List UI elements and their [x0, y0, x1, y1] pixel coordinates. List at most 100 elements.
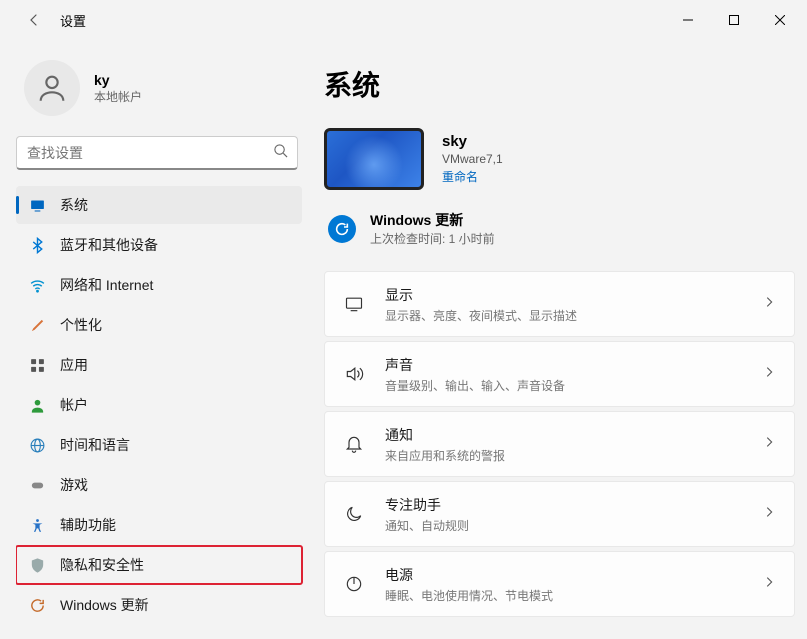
nav-bluetooth[interactable]: 蓝牙和其他设备 [16, 226, 302, 264]
chevron-right-icon [762, 505, 776, 524]
profile-text: ky 本地帐户 [94, 72, 142, 105]
page-title: 系统 [324, 64, 795, 104]
window-title: 设置 [60, 11, 86, 30]
card-display[interactable]: 显示 显示器、亮度、夜间模式、显示描述 [324, 271, 795, 337]
nav-label: 系统 [60, 195, 88, 215]
nav-label: 辅助功能 [60, 515, 116, 535]
card-sub: 显示器、亮度、夜间模式、显示描述 [385, 307, 742, 324]
search-icon [273, 143, 288, 163]
chevron-right-icon [762, 365, 776, 384]
bell-icon [343, 434, 365, 454]
back-button[interactable] [24, 10, 44, 30]
wifi-icon [28, 276, 46, 294]
card-body: 显示 显示器、亮度、夜间模式、显示描述 [385, 285, 742, 324]
card-body: 专注助手 通知、自动规则 [385, 495, 742, 534]
nav-time-language[interactable]: 时间和语言 [16, 426, 302, 464]
card-title: 声音 [385, 355, 742, 375]
nav-label: 帐户 [60, 395, 88, 415]
nav-accounts[interactable]: 帐户 [16, 386, 302, 424]
chevron-right-icon [762, 435, 776, 454]
update-text: Windows 更新 上次检查时间: 1 小时前 [370, 210, 495, 247]
card-power[interactable]: 电源 睡眠、电池使用情况、节电模式 [324, 551, 795, 617]
bluetooth-icon [28, 236, 46, 254]
device-info: sky VMware7,1 重命名 [442, 133, 503, 185]
maximize-icon [730, 16, 739, 25]
card-sub: 通知、自动规则 [385, 517, 742, 534]
device-info-row: sky VMware7,1 重命名 [324, 128, 795, 190]
power-icon [343, 574, 365, 594]
card-focus-assist[interactable]: 专注助手 通知、自动规则 [324, 481, 795, 547]
search-input[interactable] [16, 136, 298, 170]
close-button[interactable] [757, 4, 803, 36]
nav-apps[interactable]: 应用 [16, 346, 302, 384]
apps-icon [28, 356, 46, 374]
card-title: 通知 [385, 425, 742, 445]
maximize-button[interactable] [711, 4, 757, 36]
profile-sub: 本地帐户 [94, 88, 142, 105]
nav-label: 游戏 [60, 475, 88, 495]
nav-label: 个性化 [60, 315, 102, 335]
nav-label: 蓝牙和其他设备 [60, 235, 158, 255]
nav: 系统 蓝牙和其他设备 网络和 Internet 个性化 应用 [16, 186, 310, 624]
card-title: 专注助手 [385, 495, 742, 515]
search-box [16, 136, 298, 170]
card-title: 显示 [385, 285, 742, 305]
card-sound[interactable]: 声音 音量级别、输出、输入、声音设备 [324, 341, 795, 407]
nav-label: 网络和 Internet [60, 275, 153, 295]
update-title: Windows 更新 [370, 210, 495, 230]
monitor-icon [28, 196, 46, 214]
profile[interactable]: ky 本地帐户 [16, 48, 310, 136]
nav-network[interactable]: 网络和 Internet [16, 266, 302, 304]
card-sub: 来自应用和系统的警报 [385, 447, 742, 464]
card-sub: 睡眠、电池使用情况、节电模式 [385, 587, 742, 604]
nav-system[interactable]: 系统 [16, 186, 302, 224]
nav-accessibility[interactable]: 辅助功能 [16, 506, 302, 544]
nav-label: 隐私和安全性 [60, 555, 144, 575]
close-icon [775, 15, 785, 25]
sync-icon [328, 215, 356, 243]
main-panel: 系统 sky VMware7,1 重命名 Windows 更新 上次检查时间: … [310, 40, 807, 639]
profile-name: ky [94, 72, 142, 88]
person-icon [28, 396, 46, 414]
nav-label: 时间和语言 [60, 435, 130, 455]
nav-privacy-security[interactable]: 隐私和安全性 [16, 546, 302, 584]
device-thumbnail [324, 128, 424, 190]
chevron-right-icon [762, 575, 776, 594]
update-icon [28, 596, 46, 614]
card-body: 声音 音量级别、输出、输入、声音设备 [385, 355, 742, 394]
globe-icon [28, 436, 46, 454]
device-name: sky [442, 133, 503, 150]
nav-gaming[interactable]: 游戏 [16, 466, 302, 504]
minimize-button[interactable] [665, 4, 711, 36]
moon-icon [343, 504, 365, 524]
person-icon [35, 71, 69, 105]
nav-label: 应用 [60, 355, 88, 375]
accessibility-icon [28, 516, 46, 534]
settings-cards: 显示 显示器、亮度、夜间模式、显示描述 声音 音量级别、输出、输入、声音设备 [324, 271, 795, 617]
card-sub: 音量级别、输出、输入、声音设备 [385, 377, 742, 394]
settings-window: 设置 ky 本地帐户 [0, 0, 807, 639]
gamepad-icon [28, 476, 46, 494]
avatar [24, 60, 80, 116]
titlebar: 设置 [0, 0, 807, 40]
nav-personalization[interactable]: 个性化 [16, 306, 302, 344]
sidebar: ky 本地帐户 系统 蓝牙和其他设备 [0, 40, 310, 639]
window-controls [665, 4, 803, 36]
shield-icon [28, 556, 46, 574]
card-notifications[interactable]: 通知 来自应用和系统的警报 [324, 411, 795, 477]
rename-link[interactable]: 重命名 [442, 168, 503, 185]
display-icon [343, 294, 365, 314]
chevron-right-icon [762, 295, 776, 314]
titlebar-left: 设置 [4, 10, 86, 30]
device-model: VMware7,1 [442, 152, 503, 166]
content: ky 本地帐户 系统 蓝牙和其他设备 [0, 40, 807, 639]
brush-icon [28, 316, 46, 334]
card-body: 电源 睡眠、电池使用情况、节电模式 [385, 565, 742, 604]
nav-label: Windows 更新 [60, 595, 149, 615]
windows-update-row[interactable]: Windows 更新 上次检查时间: 1 小时前 [324, 210, 795, 247]
card-body: 通知 来自应用和系统的警报 [385, 425, 742, 464]
nav-windows-update[interactable]: Windows 更新 [16, 586, 302, 624]
sound-icon [343, 364, 365, 384]
update-sub: 上次检查时间: 1 小时前 [370, 230, 495, 247]
arrow-left-icon [31, 15, 36, 25]
